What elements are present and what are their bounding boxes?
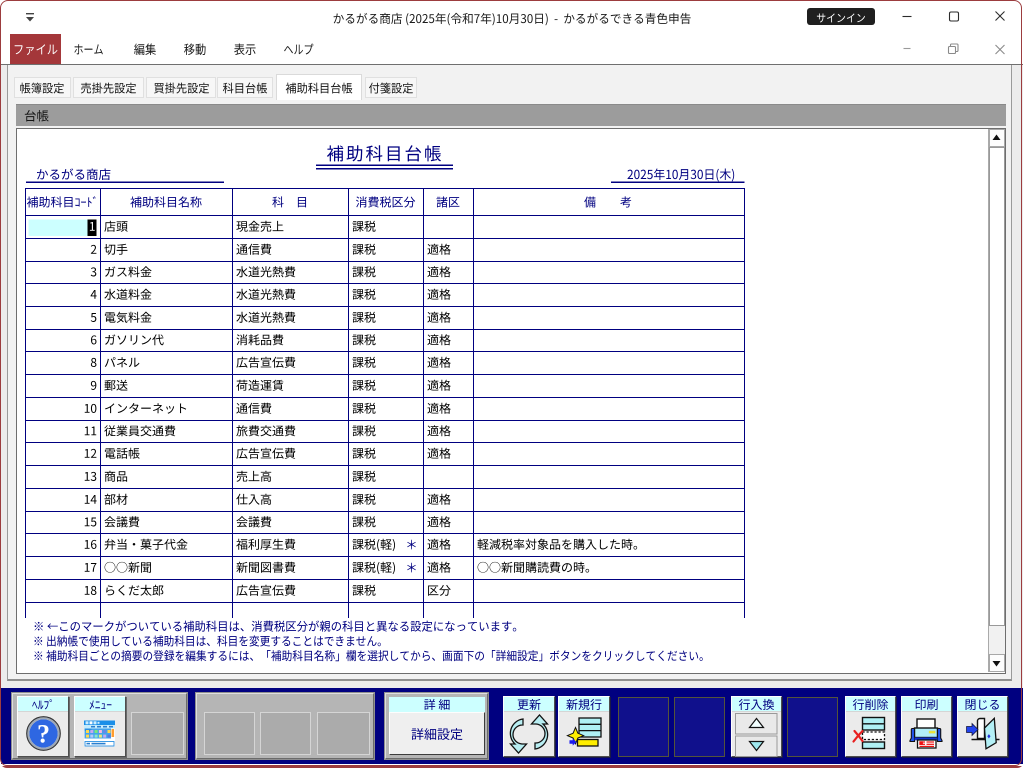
svg-text:?: ?	[37, 720, 50, 749]
